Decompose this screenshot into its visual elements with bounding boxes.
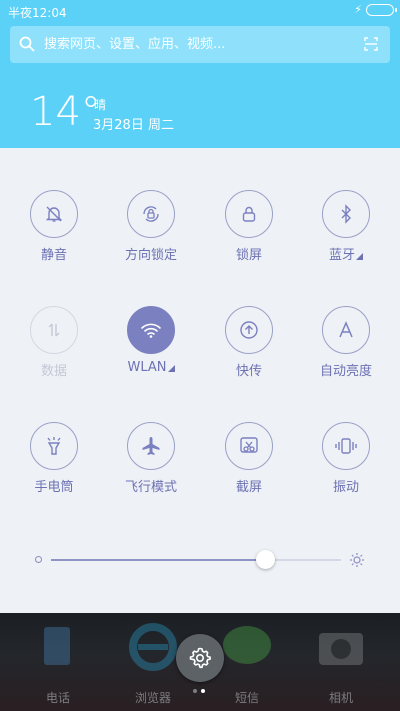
toggle-data-button[interactable] xyxy=(30,306,78,354)
search-bar[interactable] xyxy=(10,26,390,63)
weather-condition: 晴 xyxy=(94,98,107,112)
toggle-wlan-button[interactable] xyxy=(127,306,175,354)
scan-icon[interactable] xyxy=(364,37,378,51)
app-label: 相机 xyxy=(328,691,353,705)
toggle-vibrate-button[interactable] xyxy=(322,422,370,470)
toggle-bluetooth-button[interactable] xyxy=(322,190,370,238)
app-dock: 电话 浏览器 短信 相机 xyxy=(0,613,400,711)
toggle-data[interactable]: 数据 xyxy=(5,306,103,379)
status-bar: 半夜12:04 ⚡ xyxy=(0,0,400,24)
toggle-airplane-button[interactable] xyxy=(127,422,175,470)
gear-icon xyxy=(189,647,211,669)
toggle-airplane[interactable]: 飞行模式 xyxy=(102,422,200,495)
toggle-label: 数据 xyxy=(40,364,67,379)
toggle-label: 锁屏 xyxy=(235,248,262,263)
menu-corner-icon xyxy=(356,253,363,260)
toggle-silent[interactable]: 静音 xyxy=(5,190,103,263)
toggle-label-with-menu: WLAN xyxy=(102,360,200,375)
brightness-fill xyxy=(51,559,266,561)
toggle-flashlight-button[interactable] xyxy=(30,422,78,470)
toggle-screenshot[interactable]: 截屏 xyxy=(200,422,298,495)
battery-icon xyxy=(366,4,397,16)
brightness-high-icon xyxy=(350,553,364,567)
toggle-silent-button[interactable] xyxy=(30,190,78,238)
app-label: 短信 xyxy=(234,691,259,705)
airplane-icon xyxy=(142,437,160,455)
toggle-label: 快传 xyxy=(235,364,262,379)
toggle-auto-brightness[interactable]: 自动亮度 xyxy=(297,306,395,379)
page-dot xyxy=(201,689,205,693)
flashlight-icon xyxy=(47,437,61,455)
browser-icon xyxy=(125,619,181,675)
toggle-brightness-button[interactable] xyxy=(322,306,370,354)
toggle-lock-screen[interactable]: 锁屏 xyxy=(200,190,298,263)
auto-brightness-icon xyxy=(339,321,353,338)
toggle-share-button[interactable] xyxy=(225,306,273,354)
bell-off-icon xyxy=(45,206,63,222)
toggle-flashlight[interactable]: 手电筒 xyxy=(5,422,103,495)
toggle-label: 蓝牙 xyxy=(328,248,355,263)
toggle-quick-share[interactable]: 快传 xyxy=(200,306,298,379)
toggle-screenshot-button[interactable] xyxy=(225,422,273,470)
menu-corner-icon xyxy=(167,365,175,372)
rotation-lock-icon xyxy=(143,206,159,222)
brightness-slider[interactable] xyxy=(0,546,400,574)
dock-app-phone[interactable]: 电话 xyxy=(23,619,93,706)
toggle-bluetooth[interactable]: 蓝牙 xyxy=(297,190,395,263)
toggle-label: 振动 xyxy=(332,480,359,495)
brightness-low-icon xyxy=(35,556,42,563)
toggle-vibrate[interactable]: 振动 xyxy=(297,422,395,495)
toggle-label: 手电筒 xyxy=(34,480,74,495)
search-icon xyxy=(19,36,35,52)
toggle-wlan[interactable]: WLAN xyxy=(102,306,200,375)
app-label: 浏览器 xyxy=(134,691,171,705)
status-time: 半夜12:04 xyxy=(8,6,67,20)
lock-icon xyxy=(242,206,256,222)
charging-icon: ⚡ xyxy=(354,3,362,16)
toggle-label: WLAN xyxy=(127,360,167,375)
app-label: 电话 xyxy=(45,691,70,705)
search-input[interactable] xyxy=(44,33,344,55)
dock-app-camera[interactable]: 相机 xyxy=(306,619,376,706)
brightness-thumb[interactable] xyxy=(256,550,276,569)
toggle-label: 自动亮度 xyxy=(319,364,372,379)
toggle-lock-button[interactable] xyxy=(225,190,273,238)
toggle-label-with-menu: 蓝牙 xyxy=(297,244,395,263)
settings-button[interactable] xyxy=(176,634,224,682)
screenshot-icon xyxy=(240,437,258,453)
vibrate-icon xyxy=(335,438,357,454)
toggle-rotation-lock[interactable]: 方向锁定 xyxy=(102,190,200,263)
toggle-label: 静音 xyxy=(40,248,67,263)
upload-circle-icon xyxy=(240,321,258,339)
toggle-label: 方向锁定 xyxy=(124,248,177,263)
message-icon xyxy=(219,619,275,675)
header-panel: 半夜12:04 ⚡ 14° 晴 3月28日 周二 xyxy=(0,0,400,148)
page-indicator xyxy=(193,689,209,695)
toggle-label: 截屏 xyxy=(235,480,262,495)
wifi-icon xyxy=(141,323,161,338)
weather-date: 3月28日 周二 xyxy=(93,118,174,133)
bluetooth-icon xyxy=(341,204,351,224)
toggle-label: 飞行模式 xyxy=(124,480,177,495)
toggle-rotation-button[interactable] xyxy=(127,190,175,238)
temperature: 14° xyxy=(30,89,101,135)
camera-icon xyxy=(313,619,369,675)
page-dot xyxy=(193,689,197,693)
data-arrows-icon xyxy=(48,323,60,337)
phone-icon xyxy=(30,619,86,675)
